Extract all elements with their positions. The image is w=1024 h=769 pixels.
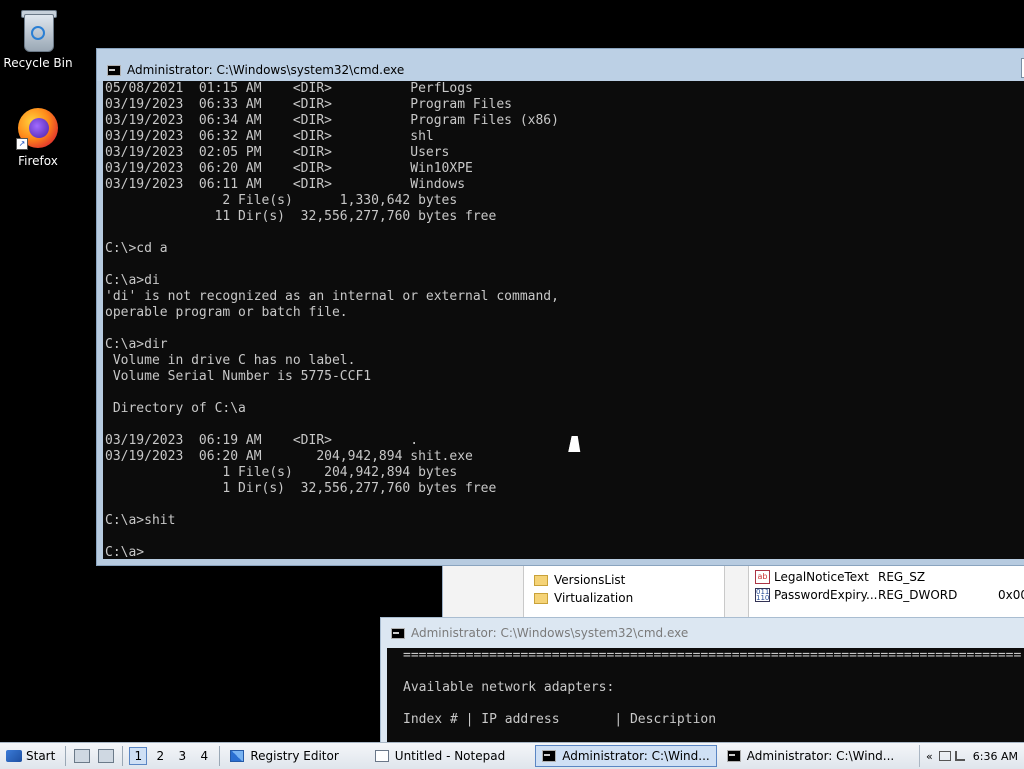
cmd-icon: [107, 64, 121, 76]
firefox-icon: ↗: [16, 106, 60, 150]
registry-values-list[interactable]: ab LegalNoticeText REG_SZ 011 110 Passwor…: [748, 566, 1024, 620]
taskbar-separator: [65, 746, 67, 766]
window-title: Administrator: C:\Windows\system32\cmd.e…: [127, 63, 405, 77]
folder-icon: [534, 574, 548, 586]
start-icon: [6, 750, 22, 762]
registry-editor-icon: [230, 750, 245, 762]
taskbar-item-cmd-active[interactable]: Administrator: C:\Wind...: [535, 745, 717, 767]
window-title: Administrator: C:\Windows\system32\cmd.e…: [411, 626, 689, 640]
string-value-icon: ab: [755, 570, 770, 584]
workspace-button[interactable]: 2: [151, 747, 169, 765]
taskbar-separator: [219, 746, 221, 766]
taskbar-item-notepad[interactable]: Untitled - Notepad: [369, 746, 511, 766]
workspace-button[interactable]: 3: [173, 747, 191, 765]
window-titlebar[interactable]: Administrator: C:\Windows\system32\cmd.e…: [381, 618, 1024, 648]
desktop-icon-label: Firefox: [18, 154, 58, 168]
taskbar-separator: [122, 746, 124, 766]
shortcut-arrow-icon: ↗: [16, 138, 28, 150]
console-text: ========================================…: [403, 648, 1022, 727]
registry-editor-window: VersionsList Virtualization ab LegalNoti…: [442, 566, 1024, 620]
system-tray: « 6:36 AM: [919, 745, 1024, 767]
folder-icon: [534, 592, 548, 604]
network-icon[interactable]: [954, 751, 965, 761]
console-text: 05/08/2021 01:15 AM <DIR> PerfLogs 03/19…: [105, 81, 559, 559]
cmd-window-main[interactable]: Administrator: C:\Windows\system32\cmd.e…: [96, 48, 1024, 566]
taskbar: Start 1 2 3 4 Registry Editor Untitled -…: [0, 742, 1024, 769]
window-titlebar[interactable]: Administrator: C:\Windows\system32\cmd.e…: [97, 49, 1024, 81]
tray-expand-button[interactable]: «: [926, 750, 933, 763]
cmd-window-secondary[interactable]: Administrator: C:\Windows\system32\cmd.e…: [380, 617, 1024, 747]
cmd-icon: [726, 750, 741, 762]
value-row[interactable]: 011110 PasswordExpiry... REG_DWORD 0x000: [755, 586, 1024, 604]
workspace-button[interactable]: 1: [129, 747, 148, 765]
recycle-bin-icon: [16, 8, 60, 52]
taskbar-item-registry-editor[interactable]: Registry Editor: [224, 746, 344, 766]
console-output[interactable]: 05/08/2021 01:15 AM <DIR> PerfLogs 03/19…: [103, 81, 1024, 559]
explorer-quicklaunch-icon[interactable]: [98, 749, 115, 763]
workspace-button[interactable]: 4: [195, 747, 213, 765]
taskbar-item-cmd[interactable]: Administrator: C:\Wind...: [721, 746, 901, 766]
dword-value-icon: 011 110: [755, 588, 770, 602]
cmd-icon: [391, 627, 405, 639]
cmd-icon: [542, 750, 557, 762]
tree-item[interactable]: VersionsList: [534, 571, 625, 589]
show-desktop-icon[interactable]: [74, 749, 91, 763]
workspace-switcher: 1 2 3 4: [127, 747, 215, 765]
desktop-icon-label: Recycle Bin: [3, 56, 73, 70]
speaker-icon[interactable]: [938, 751, 951, 761]
notepad-icon: [374, 750, 389, 762]
registry-tree[interactable]: VersionsList Virtualization: [523, 566, 725, 620]
tree-item[interactable]: Virtualization: [534, 589, 633, 607]
value-row[interactable]: ab LegalNoticeText REG_SZ: [755, 568, 998, 586]
clock[interactable]: 6:36 AM: [973, 750, 1018, 763]
console-output[interactable]: ========================================…: [387, 648, 1024, 746]
start-button[interactable]: Start: [0, 745, 61, 767]
desktop-icon-recycle-bin[interactable]: Recycle Bin: [0, 8, 76, 70]
desktop-icon-firefox[interactable]: ↗ Firefox: [0, 106, 76, 168]
